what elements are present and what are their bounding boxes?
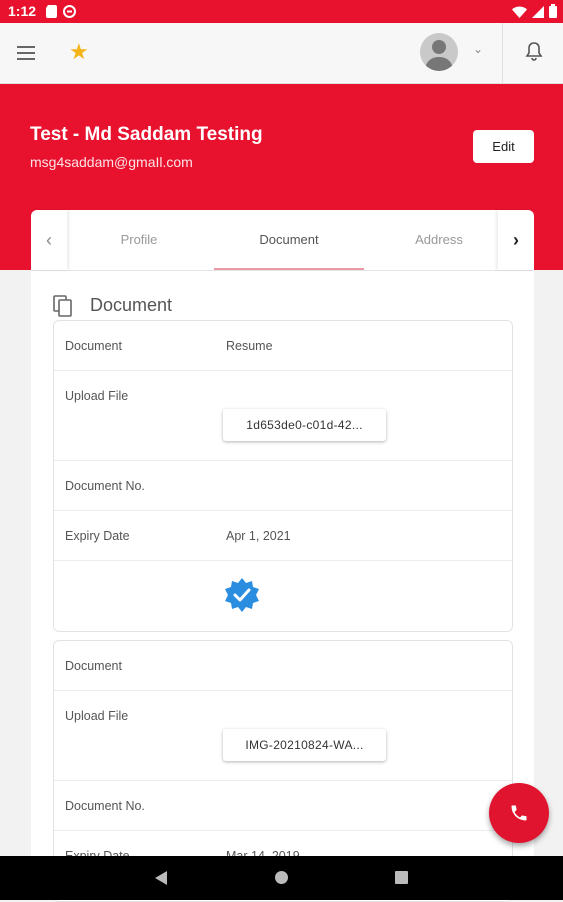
document-label: Document: [65, 339, 122, 353]
menu-icon[interactable]: [17, 46, 35, 64]
content-card: ‹ Profile Document Address › Document Do…: [31, 210, 534, 902]
app-bar: ★ ⌄: [0, 23, 563, 84]
sync-icon: [63, 5, 76, 21]
tab-address[interactable]: Address: [364, 210, 514, 270]
document-no-row: Document No.: [54, 461, 512, 511]
phone-icon: [511, 805, 527, 821]
document-no-label: Document No.: [65, 799, 145, 813]
back-icon[interactable]: [155, 871, 167, 890]
avatar[interactable]: [420, 33, 458, 71]
document-label: Document: [65, 659, 122, 673]
file-button[interactable]: 1d653de0-c01d-42...: [223, 409, 386, 441]
tab-scroll-left-icon[interactable]: ‹: [31, 210, 67, 270]
wifi-icon: [512, 5, 527, 21]
tab-scroll-right-icon[interactable]: ›: [498, 210, 534, 270]
copy-document-icon: [53, 295, 73, 322]
battery-icon: [549, 4, 557, 21]
document-no-row: Document No.: [54, 781, 512, 831]
tab-bar: ‹ Profile Document Address ›: [31, 210, 534, 271]
expiry-row: Expiry Date Apr 1, 2021: [54, 511, 512, 561]
expiry-label: Expiry Date: [65, 529, 130, 543]
file-button[interactable]: IMG-20210824-WA...: [223, 729, 386, 761]
profile-name: Test - Md Saddam Testing: [30, 124, 263, 145]
bell-icon[interactable]: [525, 42, 543, 67]
signal-icon: [532, 5, 544, 21]
expiry-value: Apr 1, 2021: [226, 529, 291, 543]
upload-label: Upload File: [65, 709, 129, 723]
upload-label: Upload File: [65, 389, 129, 403]
section-title: Document: [90, 295, 173, 315]
tab-profile[interactable]: Profile: [68, 210, 210, 270]
upload-row: Upload File IMG-20210824-WA...: [54, 691, 512, 781]
notifications-area: [502, 23, 563, 83]
document-row: Document Resume: [54, 321, 512, 371]
edit-button[interactable]: Edit: [473, 130, 534, 163]
document-card: Document Resume Upload File 1d653de0-c01…: [53, 320, 513, 632]
system-nav-bar: [0, 856, 563, 900]
recent-apps-icon[interactable]: [395, 871, 408, 884]
verified-badge-icon: [224, 577, 260, 616]
profile-email: msg4saddam@gmaIl.com: [30, 154, 193, 170]
status-time: 1:12: [8, 3, 37, 19]
star-icon[interactable]: ★: [69, 39, 89, 65]
call-button[interactable]: [489, 783, 549, 843]
tab-document[interactable]: Document: [214, 210, 364, 270]
verified-row: [54, 561, 512, 631]
document-no-label: Document No.: [65, 479, 145, 493]
chevron-down-icon[interactable]: ⌄: [473, 42, 483, 56]
status-bar: 1:12: [0, 0, 563, 23]
home-icon[interactable]: [275, 871, 288, 884]
sd-card-icon: [46, 5, 57, 21]
document-row: Document: [54, 641, 512, 691]
upload-row: Upload File 1d653de0-c01d-42...: [54, 371, 512, 461]
document-value: Resume: [226, 339, 273, 353]
